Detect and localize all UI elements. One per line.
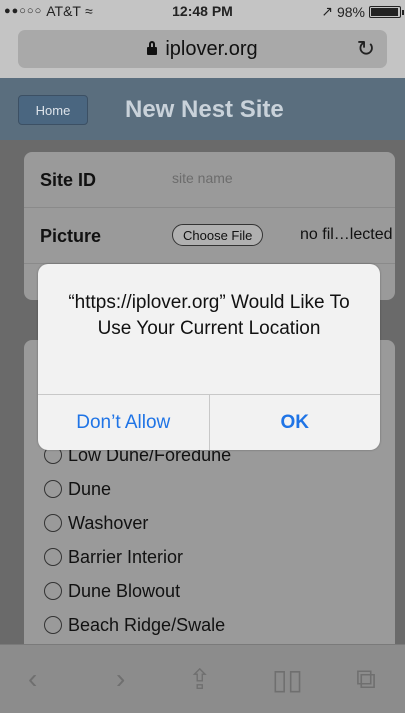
- dont-allow-button[interactable]: Don’t Allow: [38, 395, 209, 450]
- picture-row: Picture Choose File no fil…lected: [24, 208, 395, 264]
- location-arrow-icon: ↗: [321, 3, 333, 19]
- status-right: ↗ 98%: [321, 3, 404, 20]
- habitat-option-label: Beach Ridge/Swale: [68, 614, 226, 635]
- browser-toolbar: ‹ › ⇪ ▯▯ ⧉: [0, 644, 405, 713]
- tabs-icon[interactable]: ⧉: [356, 663, 376, 696]
- bookmarks-icon[interactable]: ▯▯: [272, 663, 303, 696]
- url-text: iplover.org: [165, 37, 258, 60]
- radio-icon: [44, 514, 62, 532]
- habitat-option-label: Dune Blowout: [68, 580, 181, 601]
- site-id-input[interactable]: site name: [172, 170, 233, 186]
- radio-icon: [44, 480, 62, 498]
- status-bar: ●●○○○ AT&T ≈ 12:48 PM ↗ 98%: [0, 0, 405, 22]
- alert-message: “https://iplover.org” Would Like To Use …: [68, 292, 350, 339]
- radio-icon: [44, 616, 62, 634]
- picture-label: Picture: [40, 226, 102, 246]
- radio-icon: [44, 548, 62, 566]
- habitat-option-label: Barrier Interior: [68, 546, 184, 567]
- battery-icon: [369, 5, 404, 18]
- alert-buttons: Don’t Allow OK: [38, 394, 380, 450]
- site-id-row: Site ID site name: [24, 152, 395, 208]
- habitat-option[interactable]: Dune: [44, 472, 231, 506]
- location-permission-alert: “https://iplover.org” Would Like To Use …: [38, 264, 380, 450]
- choose-file-button[interactable]: Choose File: [172, 224, 264, 246]
- habitat-option-label: Washover: [68, 512, 149, 533]
- lock-icon: [147, 41, 158, 55]
- habitat-radio-list: Low Dune/Foredune Dune Washover Barrier …: [44, 438, 231, 642]
- nav-bar: Home New Nest Site: [0, 78, 405, 140]
- habitat-option-label: Dune: [68, 478, 112, 499]
- file-status: no fil…lected: [300, 226, 393, 243]
- battery-percent: 98%: [336, 3, 365, 20]
- site-id-label: Site ID: [40, 170, 97, 190]
- forward-icon[interactable]: ›: [116, 663, 125, 695]
- habitat-option[interactable]: Barrier Interior: [44, 540, 231, 574]
- share-icon[interactable]: ⇪: [188, 663, 211, 696]
- ok-button[interactable]: OK: [208, 395, 381, 450]
- address-bar[interactable]: iplover.org ↻: [18, 30, 387, 68]
- page-title: New Nest Site: [125, 96, 284, 123]
- radio-icon: [44, 582, 62, 600]
- habitat-option[interactable]: Beach Ridge/Swale: [44, 608, 231, 642]
- home-button[interactable]: Home: [18, 95, 88, 125]
- habitat-option[interactable]: Dune Blowout: [44, 574, 231, 608]
- back-icon[interactable]: ‹: [28, 663, 37, 695]
- habitat-option[interactable]: Washover: [44, 506, 231, 540]
- reload-icon[interactable]: ↻: [357, 36, 375, 62]
- browser-address-area: iplover.org ↻: [0, 22, 405, 78]
